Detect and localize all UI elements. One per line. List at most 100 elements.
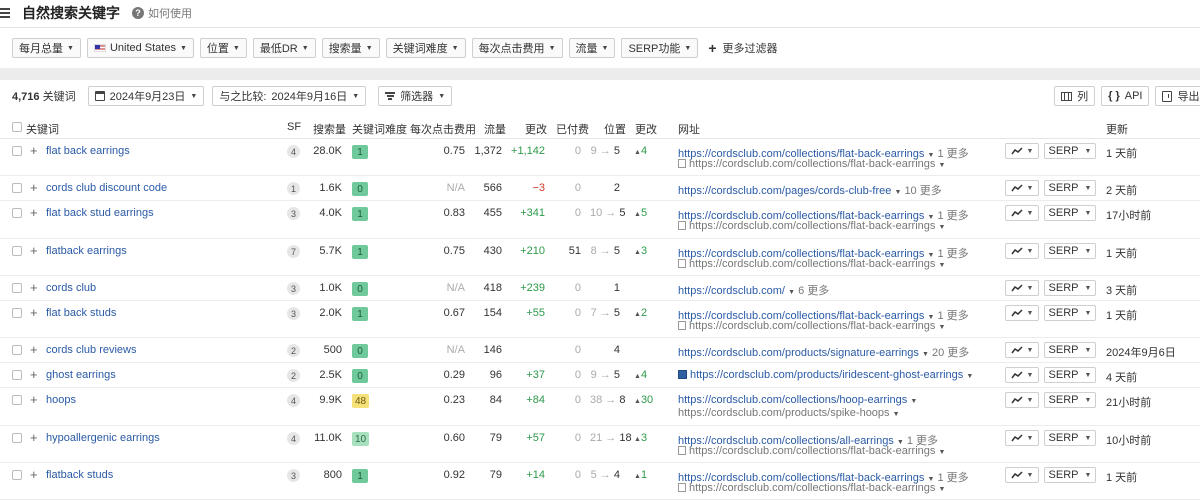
columns-button[interactable]: 列 (1054, 86, 1096, 106)
ranking-url-link[interactable]: https://cordsclub.com/collections/hoop-e… (678, 394, 907, 406)
compare-date-picker[interactable]: 与之比较: 2024年9月16日 ▼ (212, 86, 367, 106)
filter-min-dr[interactable]: 最低DR ▼ (252, 38, 316, 58)
filter-volume[interactable]: 搜索量 ▼ (321, 38, 380, 58)
select-all-checkbox[interactable] (12, 122, 22, 132)
row-checkbox[interactable] (12, 345, 22, 355)
secondary-url-link[interactable]: https://cordsclub.com/collections/flat-b… (689, 320, 935, 332)
add-to-list-icon[interactable]: + (30, 244, 38, 257)
trend-chart-button[interactable]: ▼ (1005, 467, 1039, 483)
ranking-url-link[interactable]: https://cordsclub.com/products/signature… (678, 347, 919, 359)
header-cpc[interactable]: 每次点击费用 (410, 121, 476, 137)
keyword-link[interactable]: flatback earrings (46, 245, 127, 257)
filters-button[interactable]: 筛选器 ▼ (378, 86, 453, 106)
add-to-list-icon[interactable]: + (30, 343, 38, 356)
caret-down-icon[interactable]: ▼ (938, 449, 945, 456)
keyword-link[interactable]: cords club (46, 282, 96, 294)
keyword-link[interactable]: hypoallergenic earrings (46, 432, 160, 444)
trend-chart-button[interactable]: ▼ (1005, 180, 1039, 196)
serp-features-count[interactable]: 3 (287, 469, 300, 482)
trend-chart-button[interactable]: ▼ (1005, 392, 1039, 408)
row-checkbox[interactable] (12, 433, 22, 443)
add-to-list-icon[interactable]: + (30, 281, 38, 294)
keyword-link[interactable]: flat back earrings (46, 145, 130, 157)
header-change[interactable]: 更改 (525, 121, 547, 137)
more-urls-link[interactable]: 10 更多 (904, 185, 941, 197)
trend-chart-button[interactable]: ▼ (1005, 367, 1039, 383)
serp-button[interactable]: SERP ▼ (1044, 305, 1096, 321)
secondary-url-link[interactable]: https://cordsclub.com/products/spike-hoo… (678, 407, 890, 419)
header-paid[interactable]: 已付费 (556, 121, 589, 137)
header-sf[interactable]: SF (287, 121, 301, 133)
row-checkbox[interactable] (12, 370, 22, 380)
serp-button[interactable]: SERP ▼ (1044, 143, 1096, 159)
date-picker[interactable]: 2024年9月23日 ▼ (87, 86, 205, 106)
serp-features-count[interactable]: 3 (287, 207, 300, 220)
header-traffic[interactable]: 流量 (484, 121, 506, 137)
filter-traffic[interactable]: 流量 ▼ (568, 38, 616, 58)
serp-button[interactable]: SERP ▼ (1044, 392, 1096, 408)
row-checkbox[interactable] (12, 246, 22, 256)
caret-down-icon[interactable]: ▼ (922, 351, 929, 358)
keyword-link[interactable]: flat back studs (46, 307, 116, 319)
hamburger-menu-icon[interactable] (0, 8, 10, 18)
header-position-change[interactable]: 更改 (635, 121, 657, 137)
caret-down-icon[interactable]: ▼ (894, 189, 901, 196)
keyword-link[interactable]: hoops (46, 394, 76, 406)
header-volume[interactable]: 搜索量 (313, 121, 346, 137)
caret-down-icon[interactable]: ▼ (938, 224, 945, 231)
header-updated[interactable]: 更新 (1106, 121, 1128, 137)
keyword-link[interactable]: flatback studs (46, 469, 113, 481)
filter-kd[interactable]: 关键词难度 ▼ (385, 38, 466, 58)
serp-features-count[interactable]: 4 (287, 145, 300, 158)
filter-serp-features[interactable]: SERP功能 ▼ (621, 38, 699, 58)
filter-monthly-total[interactable]: 每月总量 ▼ (12, 38, 81, 58)
secondary-url-link[interactable]: https://cordsclub.com/collections/flat-b… (689, 482, 935, 494)
more-urls-link[interactable]: 6 更多 (798, 285, 829, 297)
secondary-url-link[interactable]: https://cordsclub.com/collections/flat-b… (689, 258, 935, 270)
caret-down-icon[interactable]: ▼ (938, 262, 945, 269)
caret-down-icon[interactable]: ▼ (910, 398, 917, 405)
trend-chart-button[interactable]: ▼ (1005, 305, 1039, 321)
add-to-list-icon[interactable]: + (30, 206, 38, 219)
help-icon[interactable]: ? (132, 7, 144, 19)
filter-position[interactable]: 位置 ▼ (199, 38, 247, 58)
serp-features-count[interactable]: 3 (287, 282, 300, 295)
serp-features-count[interactable]: 4 (287, 394, 300, 407)
trend-chart-button[interactable]: ▼ (1005, 430, 1039, 446)
serp-button[interactable]: SERP ▼ (1044, 243, 1096, 259)
serp-button[interactable]: SERP ▼ (1044, 430, 1096, 446)
trend-chart-button[interactable]: ▼ (1005, 143, 1039, 159)
add-to-list-icon[interactable]: + (30, 181, 38, 194)
header-kd[interactable]: 关键词难度 (352, 121, 407, 137)
more-filters-button[interactable]: + 更多过滤器 (708, 40, 777, 56)
add-to-list-icon[interactable]: + (30, 431, 38, 444)
secondary-url-link[interactable]: https://cordsclub.com/collections/flat-b… (689, 220, 935, 232)
filter-cpc[interactable]: 每次点击费用 ▼ (471, 38, 563, 58)
serp-button[interactable]: SERP ▼ (1044, 280, 1096, 296)
ranking-url-link[interactable]: https://cordsclub.com/products/iridescen… (690, 369, 963, 381)
keyword-link[interactable]: cords club reviews (46, 344, 136, 356)
export-button[interactable]: 导出 (1155, 86, 1200, 106)
serp-features-count[interactable]: 4 (287, 432, 300, 445)
caret-down-icon[interactable]: ▼ (893, 411, 900, 418)
caret-down-icon[interactable]: ▼ (788, 289, 795, 296)
help-link[interactable]: 如何使用 (148, 5, 192, 21)
trend-chart-button[interactable]: ▼ (1005, 243, 1039, 259)
caret-down-icon[interactable]: ▼ (966, 373, 973, 380)
caret-down-icon[interactable]: ▼ (938, 162, 945, 169)
serp-features-count[interactable]: 1 (287, 182, 300, 195)
serp-features-count[interactable]: 3 (287, 307, 300, 320)
row-checkbox[interactable] (12, 183, 22, 193)
add-to-list-icon[interactable]: + (30, 306, 38, 319)
header-position[interactable]: 位置 (604, 121, 626, 137)
keyword-link[interactable]: ghost earrings (46, 369, 116, 381)
serp-button[interactable]: SERP ▼ (1044, 467, 1096, 483)
row-checkbox[interactable] (12, 208, 22, 218)
keyword-link[interactable]: flat back stud earrings (46, 207, 154, 219)
serp-button[interactable]: SERP ▼ (1044, 180, 1096, 196)
secondary-url-link[interactable]: https://cordsclub.com/collections/flat-b… (689, 445, 935, 457)
trend-chart-button[interactable]: ▼ (1005, 205, 1039, 221)
row-checkbox[interactable] (12, 283, 22, 293)
serp-button[interactable]: SERP ▼ (1044, 342, 1096, 358)
serp-features-count[interactable]: 2 (287, 369, 300, 382)
